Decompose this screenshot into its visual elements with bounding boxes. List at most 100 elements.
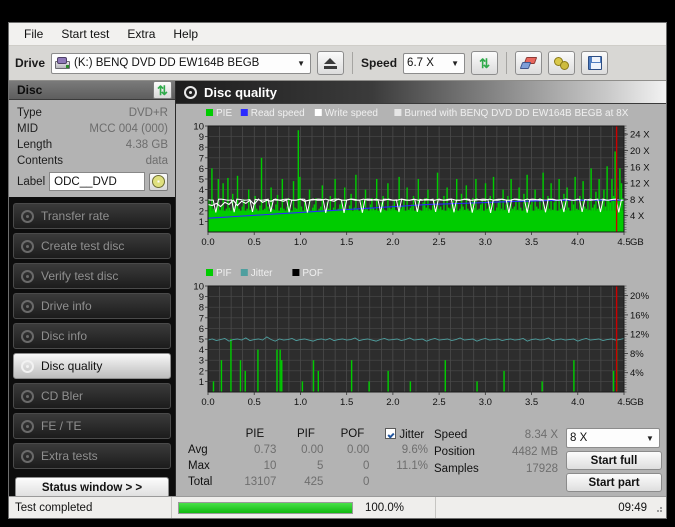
table-row: Max 10 5 0 11.1%: [182, 458, 434, 474]
sidebar-item-fe-te[interactable]: FE / TE: [13, 413, 171, 439]
info-value-samples: 17928: [526, 462, 558, 475]
drive-label: Drive: [15, 56, 46, 70]
disc-info-row-type: Type DVD+R: [17, 105, 168, 121]
info-row-samples: Samples 17928: [434, 460, 566, 477]
start-full-button[interactable]: Start full: [566, 451, 662, 470]
svg-text:4.5: 4.5: [617, 237, 630, 248]
resize-grip[interactable]: [653, 503, 663, 513]
svg-text:Read speed: Read speed: [251, 108, 305, 119]
disc-info-value: 4.38 GB: [125, 139, 168, 151]
sidebar-item-disc-quality[interactable]: Disc quality: [13, 353, 171, 379]
sidebar-nav: Transfer rate Create test disc Verify te…: [9, 197, 175, 473]
svg-text:1.5: 1.5: [340, 397, 353, 408]
svg-text:3.0: 3.0: [479, 237, 492, 248]
disc-info-key: MID: [17, 123, 39, 135]
svg-text:2.5: 2.5: [433, 397, 446, 408]
menu-item-help[interactable]: Help: [164, 25, 207, 43]
menu-bar: File Start test Extra Help: [9, 23, 666, 46]
settings-button[interactable]: [548, 51, 576, 75]
transfer-rate-icon: [21, 209, 34, 223]
main-header: Disc quality: [176, 81, 666, 104]
disc-info-icon: [21, 329, 34, 343]
disc-quality-icon: [184, 85, 197, 99]
cell-avg-pie: 0.73: [253, 444, 277, 456]
col-header-pof: POF: [340, 428, 365, 440]
col-header-pif: PIF: [296, 428, 315, 440]
drive-select-value: (K:) BENQ DVD DD EW164B BEGB: [74, 57, 260, 69]
create-test-disc-icon: [21, 239, 34, 253]
chart-pie-speed[interactable]: PIE Read speed Write speed Burned with BENQ…: [176, 104, 666, 264]
chart-pif-jitter[interactable]: PIF Jitter POF 1 2 3 4 5 6 7 8 9 10 4% 8% 12% 16% 20% 0.0 0…: [176, 264, 666, 424]
sidebar-item-verify-test-disc[interactable]: Verify test disc: [13, 263, 171, 289]
jitter-checkbox[interactable]: [385, 427, 397, 439]
svg-text:1: 1: [199, 377, 204, 388]
svg-text:0.0: 0.0: [201, 237, 214, 248]
info-value-speed: 8.34 X: [524, 428, 558, 441]
erase-button[interactable]: [515, 51, 543, 75]
disc-label-input[interactable]: ODC__DVD: [49, 172, 145, 191]
eject-button[interactable]: [317, 51, 345, 75]
status-window-button[interactable]: Status window > >: [15, 477, 169, 498]
speed-select[interactable]: 6.7 X ▼: [403, 52, 466, 74]
start-part-button[interactable]: Start part: [566, 473, 662, 492]
svg-text:8%: 8%: [630, 349, 644, 360]
page-title: Disc quality: [204, 84, 277, 100]
sidebar-item-extra-tests[interactable]: Extra tests: [13, 443, 171, 469]
disc-panel-header: Disc ⇅: [9, 81, 175, 100]
disc-info-row-mid: MID MCC 004 (000): [17, 121, 168, 137]
svg-text:Write speed: Write speed: [325, 108, 378, 119]
svg-text:8: 8: [199, 143, 204, 154]
menu-item-start-test[interactable]: Start test: [52, 25, 118, 43]
test-speed-select[interactable]: 8 X ▼: [566, 428, 660, 448]
drive-select[interactable]: (K:) BENQ DVD DD EW164B BEGB ▼: [51, 52, 312, 74]
svg-text:3.5: 3.5: [525, 237, 538, 248]
refresh-button[interactable]: ⇅: [471, 51, 499, 75]
svg-text:0.5: 0.5: [248, 237, 261, 248]
svg-text:2.5: 2.5: [433, 237, 446, 248]
refresh-icon: ⇅: [479, 55, 490, 71]
svg-text:3: 3: [199, 356, 204, 367]
sidebar-item-label: Create test disc: [41, 239, 125, 253]
sidebar-item-create-test-disc[interactable]: Create test disc: [13, 233, 171, 259]
save-button[interactable]: [581, 51, 609, 75]
disc-info-key: Length: [17, 139, 53, 151]
chevron-down-icon: ▼: [297, 58, 305, 68]
stats-info: Speed 8.34 X Position 4482 MB Samples 17…: [434, 426, 566, 496]
table-header-row: PIE PIF POF Jitter: [182, 426, 434, 442]
menu-item-extra[interactable]: Extra: [118, 25, 164, 43]
table-row: Total 13107 425 0: [182, 474, 434, 490]
main-panel: Disc quality PIE Read speed Write speed Bur…: [175, 81, 666, 496]
svg-text:3: 3: [199, 196, 204, 207]
sidebar-item-label: Drive info: [41, 299, 92, 313]
svg-text:8: 8: [199, 303, 204, 314]
sidebar-item-label: Verify test disc: [41, 269, 119, 283]
col-header-jitter-label: Jitter: [399, 428, 425, 441]
sidebar-item-disc-info[interactable]: Disc info: [13, 323, 171, 349]
sidebar-item-label: Extra tests: [41, 449, 98, 463]
sidebar: Disc ⇅ Type DVD+R MID MCC 004 (000) Leng…: [9, 81, 175, 504]
drive-icon: [55, 56, 71, 70]
svg-text:7: 7: [199, 153, 204, 164]
disc-refresh-button[interactable]: ⇅: [153, 81, 172, 99]
svg-text:20%: 20%: [630, 291, 650, 302]
disc-label-button[interactable]: [149, 172, 168, 191]
svg-text:12%: 12%: [630, 330, 650, 341]
cell-total-pif: 425: [304, 476, 324, 488]
cell-max-pif: 5: [317, 460, 324, 472]
eraser-icon: [519, 56, 537, 70]
svg-text:9: 9: [199, 292, 204, 303]
toolbar-divider-2: [506, 52, 508, 74]
progress-bar-fill: [179, 502, 352, 513]
row-label-total: Total: [188, 476, 213, 488]
sidebar-item-transfer-rate[interactable]: Transfer rate: [13, 203, 171, 229]
svg-text:16%: 16%: [630, 310, 650, 321]
disc-label-row: Label ODC__DVD: [17, 172, 168, 191]
stats-actions: 8 X ▼ Start full Start part: [566, 426, 662, 496]
charts-area: PIE Read speed Write speed Burned with BENQ…: [176, 104, 666, 424]
sidebar-item-cd-bler[interactable]: CD Bler: [13, 383, 171, 409]
svg-text:2: 2: [199, 206, 204, 217]
menu-item-file[interactable]: File: [15, 25, 52, 43]
svg-text:4.5: 4.5: [617, 397, 630, 408]
sidebar-item-drive-info[interactable]: Drive info: [13, 293, 171, 319]
svg-text:GB: GB: [630, 397, 644, 408]
